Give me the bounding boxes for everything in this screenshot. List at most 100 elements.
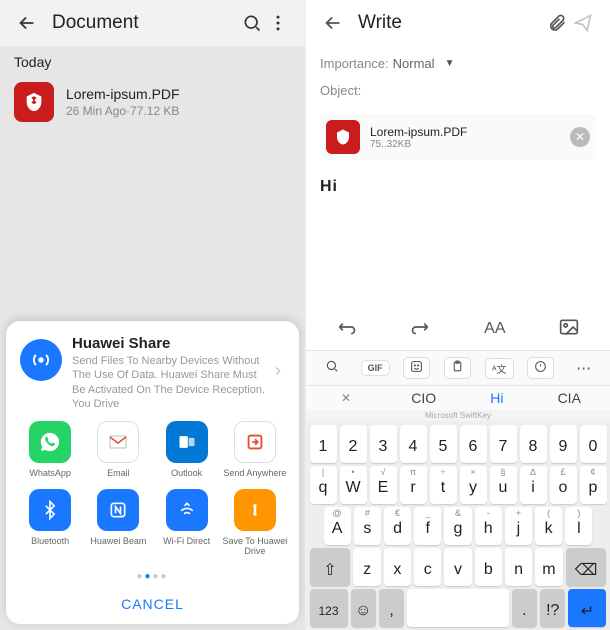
key-comma[interactable]: , [379, 589, 404, 627]
key-space[interactable] [407, 589, 508, 627]
key-w[interactable]: •W [340, 466, 367, 504]
kb-close-suggestions[interactable]: ✕ [335, 391, 357, 405]
key-l[interactable]: )l [565, 507, 592, 545]
key-0[interactable]: 0 [580, 425, 607, 463]
key-g[interactable]: &g [444, 507, 471, 545]
key-u[interactable]: §u [490, 466, 517, 504]
key-k[interactable]: (k [535, 507, 562, 545]
share-wifidirect[interactable]: Wi-Fi Direct [153, 489, 221, 557]
key-1[interactable]: 1 [310, 425, 337, 463]
key-a[interactable]: @A [324, 507, 351, 545]
kb-settings-icon[interactable] [527, 357, 554, 379]
kb-sticker-icon[interactable] [403, 357, 430, 379]
share-huaweibeam[interactable]: Huawei Beam [84, 489, 152, 557]
compose-body: Importance: Normal ▼ Object: Lorem-ipsum… [306, 46, 610, 208]
key-backspace[interactable]: ⌫ [566, 548, 607, 586]
key-4[interactable]: 4 [400, 425, 427, 463]
nfc-icon [97, 489, 139, 531]
kb-font-icon[interactable]: AA [476, 316, 513, 342]
kb-brand: Microsoft SwiftKey [306, 410, 610, 421]
kb-suggestion[interactable]: CIO [411, 390, 436, 406]
key-question[interactable]: !? [540, 589, 565, 627]
key-5[interactable]: 5 [430, 425, 457, 463]
kb-suggestions: ✕ CIO Hi CIA [306, 386, 610, 410]
key-r[interactable]: πr [400, 466, 427, 504]
whatsapp-icon [29, 421, 71, 463]
key-6[interactable]: 6 [460, 425, 487, 463]
share-sheet: Huawei Share Send Files To Nearby Device… [6, 321, 299, 624]
pdf-icon [326, 120, 360, 154]
key-i[interactable]: ∆i [520, 466, 547, 504]
kb-image-icon[interactable] [551, 314, 587, 344]
key-z[interactable]: z [353, 548, 380, 586]
key-shift[interactable]: ⇧ [310, 548, 351, 586]
key-enter[interactable]: ↵ [568, 589, 606, 627]
key-p[interactable]: ¢p [580, 466, 607, 504]
key-v[interactable]: v [444, 548, 471, 586]
kb-search-icon[interactable] [317, 355, 347, 381]
compose-header: Write [306, 0, 610, 46]
documents-header: Document [0, 0, 305, 46]
key-d[interactable]: €d [384, 507, 411, 545]
kb-translate-icon[interactable]: ᴬ文 [485, 358, 514, 379]
key-b[interactable]: b [475, 548, 502, 586]
key-o[interactable]: £o [550, 466, 577, 504]
key-y[interactable]: ×y [460, 466, 487, 504]
search-icon[interactable] [239, 10, 265, 36]
email-body[interactable]: Hi [320, 170, 596, 204]
key-2[interactable]: 2 [340, 425, 367, 463]
kb-suggestion[interactable]: CIA [558, 390, 581, 406]
key-s[interactable]: #s [354, 507, 381, 545]
attachment-size: 75..32KB [370, 139, 570, 150]
object-row[interactable]: Object: [320, 77, 596, 104]
back-icon[interactable] [14, 10, 40, 36]
kb-suggestion[interactable]: Hi [490, 390, 503, 406]
share-bluetooth[interactable]: Bluetooth [16, 489, 84, 557]
section-today: Today [0, 46, 305, 74]
key-e[interactable]: √E [370, 466, 397, 504]
key-123[interactable]: 123 [310, 589, 348, 627]
key-3[interactable]: 3 [370, 425, 397, 463]
kb-more-icon[interactable]: ⋯ [568, 355, 599, 381]
file-row[interactable]: Lorem-ipsum.PDF 26 Min Ago·77.12 KB [0, 74, 305, 130]
send-icon[interactable] [570, 10, 596, 36]
attach-icon[interactable] [544, 10, 570, 36]
key-q[interactable]: |q [310, 466, 337, 504]
share-grid: WhatsApp Email Outlook Send Anywhere [16, 421, 289, 567]
key-8[interactable]: 8 [520, 425, 547, 463]
kb-undo-icon[interactable] [329, 315, 365, 343]
key-h[interactable]: -h [475, 507, 502, 545]
remove-attachment-button[interactable]: ✕ [570, 127, 590, 147]
key-n[interactable]: n [505, 548, 532, 586]
back-icon[interactable] [320, 10, 346, 36]
share-whatsapp[interactable]: WhatsApp [16, 421, 84, 479]
huawei-share-row[interactable]: Huawei Share Send Files To Nearby Device… [16, 335, 289, 411]
email-icon [97, 421, 139, 463]
key-f[interactable]: _f [414, 507, 441, 545]
share-email[interactable]: Email [84, 421, 152, 479]
share-outlook[interactable]: Outlook [153, 421, 221, 479]
kb-clipboard-icon[interactable] [444, 357, 471, 379]
key-emoji[interactable]: ☺ [351, 589, 376, 627]
bluetooth-icon [29, 489, 71, 531]
compose-title: Write [358, 12, 544, 34]
more-icon[interactable] [265, 10, 291, 36]
key-t[interactable]: ÷t [430, 466, 457, 504]
kb-redo-icon[interactable] [402, 315, 438, 343]
share-sendanywhere[interactable]: Send Anywhere [221, 421, 289, 479]
key-j[interactable]: +j [505, 507, 532, 545]
key-c[interactable]: c [414, 548, 441, 586]
cancel-button[interactable]: CANCEL [16, 586, 289, 616]
kb-toolbar: AA [306, 308, 610, 351]
key-x[interactable]: x [384, 548, 411, 586]
key-m[interactable]: m [535, 548, 562, 586]
page-dots: ●●●● [16, 567, 289, 586]
kb-gif-button[interactable]: GIF [361, 360, 390, 376]
importance-row[interactable]: Importance: Normal ▼ [320, 50, 596, 77]
key-9[interactable]: 9 [550, 425, 577, 463]
wifi-direct-icon [166, 489, 208, 531]
key-7[interactable]: 7 [490, 425, 517, 463]
key-period[interactable]: . [512, 589, 537, 627]
keyboard: AA GIF ᴬ文 ⋯ ✕ CIO Hi CIA Microsoft Swift… [306, 308, 610, 630]
share-huaweidrive[interactable]: Save To Huawei Drive [221, 489, 289, 557]
